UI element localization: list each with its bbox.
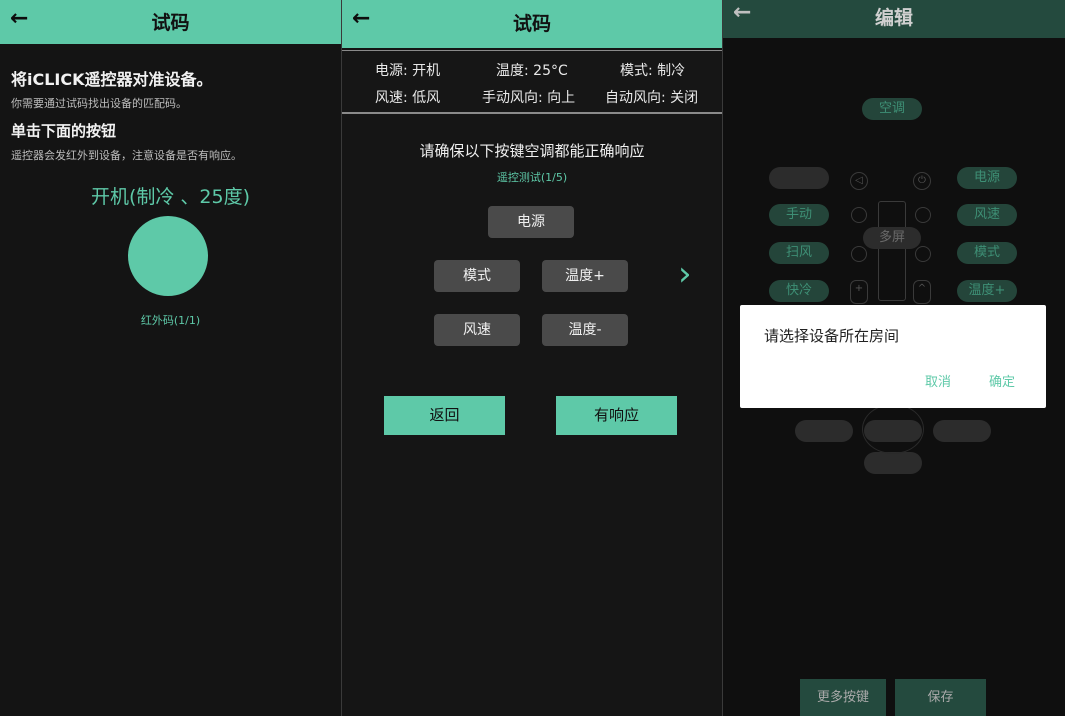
send-ir-button[interactable] bbox=[128, 216, 208, 296]
status-power: 电源: 开机 bbox=[375, 63, 441, 79]
edit-screen: ← 编辑 空调 手动 扫风 快冷 电源 风速 模式 温度+ ◁ ⏻ 多屏 + ^… bbox=[723, 0, 1065, 716]
mode-key-button[interactable]: 模式 bbox=[434, 260, 520, 292]
test-instruction: 请确保以下按键空调都能正确响应 bbox=[419, 142, 645, 160]
instruction-heading: 将iCLICK遥控器对准设备。 bbox=[11, 70, 213, 89]
back-button[interactable]: 返回 bbox=[384, 396, 505, 435]
ac-status-panel: 电源: 开机 温度: 25°C 模式: 制冷 风速: 低风 手动风向: 向上 自… bbox=[342, 50, 722, 114]
trial-code-screen: ← 试码 将iCLICK遥控器对准设备。 你需要通过试码找出设备的匹配码。 单击… bbox=[0, 0, 341, 716]
caret-up-icon: ^ bbox=[913, 280, 931, 304]
manual-button[interactable]: 手动 bbox=[769, 204, 829, 226]
temp-up-key-button[interactable]: 温度+ bbox=[542, 260, 628, 292]
top-bar: ← 试码 bbox=[342, 0, 722, 48]
room-select-dialog: 请选择设备所在房间 取消 确定 bbox=[740, 305, 1046, 408]
top-bar: ← 试码 bbox=[0, 0, 341, 44]
top-bar: ← 编辑 bbox=[723, 0, 1065, 38]
power-icon: ⏻ bbox=[913, 172, 931, 190]
status-manual-swing: 手动风向: 向上 bbox=[482, 90, 576, 106]
status-auto-swing: 自动风向: 关闭 bbox=[605, 90, 699, 106]
fast-cool-button[interactable]: 快冷 bbox=[769, 280, 829, 302]
page-title: 试码 bbox=[151, 12, 190, 34]
fan-key-button[interactable]: 风速 bbox=[434, 314, 520, 346]
power-button[interactable]: 电源 bbox=[957, 167, 1017, 189]
slot-ring bbox=[851, 207, 867, 223]
temp-down-key-button[interactable]: 温度- bbox=[542, 314, 628, 346]
test-progress: 遥控测试(1/5) bbox=[496, 171, 568, 184]
remote-test-screen: ← 试码 电源: 开机 温度: 25°C 模式: 制冷 风速: 低风 手动风向:… bbox=[342, 0, 722, 716]
slot-ring bbox=[915, 207, 931, 223]
plus-icon: + bbox=[850, 280, 868, 304]
tap-heading: 单击下面的按钮 bbox=[11, 122, 117, 140]
center-slider bbox=[878, 201, 906, 301]
status-temp: 温度: 25°C bbox=[496, 63, 568, 79]
device-type-tag: 空调 bbox=[862, 98, 922, 120]
dpad-ring bbox=[862, 404, 924, 454]
page-title: 编辑 bbox=[874, 7, 913, 29]
fan-speed-button[interactable]: 风速 bbox=[957, 204, 1017, 226]
has-response-button[interactable]: 有响应 bbox=[556, 396, 677, 435]
page-title: 试码 bbox=[512, 13, 551, 35]
status-fan: 风速: 低风 bbox=[375, 90, 441, 106]
more-buttons-button[interactable]: 更多按键 bbox=[800, 679, 886, 716]
slot-ring bbox=[851, 246, 867, 262]
blank-slot[interactable] bbox=[769, 167, 829, 189]
mute-icon: ◁ bbox=[850, 172, 868, 190]
confirm-button[interactable]: 确定 bbox=[989, 371, 1015, 390]
temp-up-button[interactable]: 温度+ bbox=[957, 280, 1017, 302]
blank-slot[interactable] bbox=[933, 420, 991, 442]
save-button[interactable]: 保存 bbox=[895, 679, 986, 716]
blank-slot[interactable] bbox=[795, 420, 853, 442]
instruction-subtext: 你需要通过试码找出设备的匹配码。 bbox=[11, 97, 187, 110]
dialog-title: 请选择设备所在房间 bbox=[764, 327, 900, 345]
command-label: 开机(制冷 、25度) bbox=[90, 186, 251, 208]
slot-ring bbox=[915, 246, 931, 262]
status-mode: 模式: 制冷 bbox=[620, 63, 686, 79]
multi-screen-button[interactable]: 多屏 bbox=[863, 227, 921, 249]
tap-subtext: 遥控器会发红外到设备，注意设备是否有响应。 bbox=[11, 149, 242, 162]
chevron-right-icon[interactable]: › bbox=[678, 254, 692, 294]
power-key-button[interactable]: 电源 bbox=[488, 206, 574, 238]
blank-slot[interactable] bbox=[864, 452, 922, 474]
mode-button[interactable]: 模式 bbox=[957, 242, 1017, 264]
ir-code-progress: 红外码(1/1) bbox=[140, 314, 201, 327]
cancel-button[interactable]: 取消 bbox=[925, 371, 951, 390]
swing-button[interactable]: 扫风 bbox=[769, 242, 829, 264]
